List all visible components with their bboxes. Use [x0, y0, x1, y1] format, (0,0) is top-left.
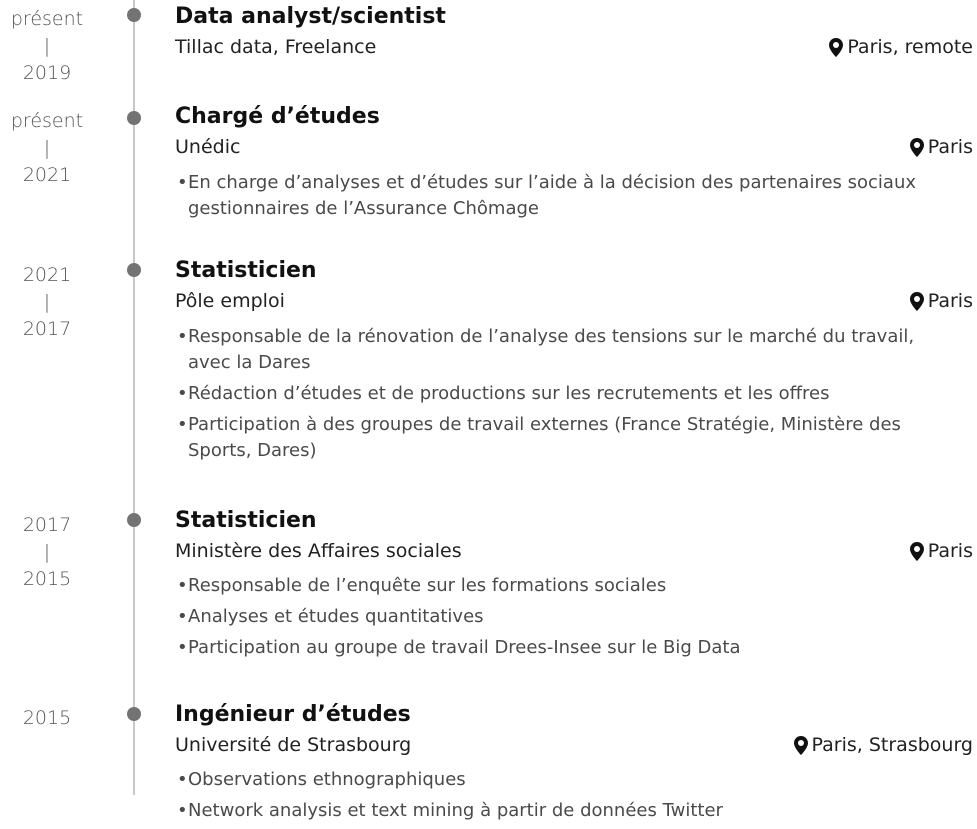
bullet-mark: •	[177, 800, 188, 821]
map-marker-icon	[793, 735, 808, 755]
job-title: Statisticien	[175, 258, 317, 283]
responsibilities-list: • En charge d’analyses et d’études sur l’…	[175, 170, 945, 227]
organization: Pôle emploi	[175, 290, 285, 312]
date-separator: |	[43, 291, 51, 313]
job-title: Statisticien	[175, 508, 317, 533]
organization: Ministère des Affaires sociales	[175, 540, 462, 562]
entry-dates: 2021 | 2017	[0, 262, 94, 343]
entry-dates: 2017 | 2015	[0, 512, 94, 593]
job-title: Ingénieur d’études	[175, 702, 411, 727]
responsibilities-list: • Observations ethnographiques • Network a…	[175, 767, 945, 829]
date-end: présent	[10, 110, 84, 132]
list-item: • Analyses et études quantitatives	[175, 604, 945, 630]
organization: Tillac data, Freelance	[175, 36, 377, 58]
map-marker-icon	[829, 37, 844, 57]
location-text: Paris	[927, 540, 973, 562]
location-text: Paris, remote	[847, 36, 973, 58]
bullet-mark: •	[177, 606, 188, 627]
map-marker-icon	[909, 291, 924, 311]
list-item-text: En charge d’analyses et d’études sur l’a…	[188, 172, 916, 219]
bullet-mark: •	[177, 326, 188, 347]
date-end: 2021	[22, 264, 72, 286]
entry-dates: 2015	[0, 705, 94, 732]
list-item-text: Participation au groupe de travail Drees…	[188, 637, 741, 658]
location: Paris, remote	[829, 34, 973, 60]
list-item-text: Rédaction d’études et de productions sur…	[188, 383, 830, 404]
list-item: • Responsable de l’enquête sur les format…	[175, 573, 945, 599]
date-single: 2015	[22, 707, 72, 729]
organization: Université de Strasbourg	[175, 734, 412, 756]
entry-dates: présent | 2021	[0, 108, 94, 189]
list-item: • Observations ethnographiques	[175, 767, 945, 793]
location-text: Paris	[927, 136, 973, 158]
job-title: Chargé d’études	[175, 104, 380, 129]
bullet-mark: •	[177, 383, 188, 404]
date-separator: |	[43, 541, 51, 563]
list-item-text: Responsable de la rénovation de l’analys…	[188, 326, 915, 373]
date-separator: |	[43, 35, 51, 57]
list-item: • En charge d’analyses et d’études sur l’…	[175, 170, 945, 222]
job-title: Data analyst/scientist	[175, 4, 446, 29]
date-start: 2019	[22, 62, 72, 84]
map-marker-icon	[909, 541, 924, 561]
location: Paris	[909, 134, 973, 160]
entry-dates: présent | 2019	[0, 6, 94, 87]
timeline-dot	[127, 8, 141, 22]
location: Paris	[909, 288, 973, 314]
bullet-mark: •	[177, 575, 188, 596]
list-item: • Network analysis et text mining à parti…	[175, 798, 945, 824]
responsibilities-list: • Responsable de l’enquête sur les format…	[175, 573, 945, 666]
bullet-mark: •	[177, 172, 188, 193]
location-text: Paris, Strasbourg	[811, 734, 973, 756]
timeline-dot	[127, 513, 141, 527]
date-end: 2017	[22, 514, 72, 536]
timeline-dot	[127, 263, 141, 277]
location-text: Paris	[927, 290, 973, 312]
list-item: • Responsable de la rénovation de l’analy…	[175, 324, 945, 376]
location: Paris, Strasbourg	[793, 732, 973, 758]
map-marker-icon	[909, 137, 924, 157]
date-separator: |	[43, 137, 51, 159]
bullet-mark: •	[177, 637, 188, 658]
timeline-dot	[127, 707, 141, 721]
date-start: 2017	[22, 318, 72, 340]
responsibilities-list: • Responsable de la rénovation de l’analy…	[175, 324, 945, 469]
timeline-dot	[127, 111, 141, 125]
date-end: présent	[10, 8, 84, 30]
location: Paris	[909, 538, 973, 564]
list-item-text: Observations ethnographiques	[188, 769, 466, 790]
date-start: 2021	[22, 164, 72, 186]
list-item: • Participation au groupe de travail Dree…	[175, 635, 945, 661]
bullet-mark: •	[177, 414, 188, 435]
list-item-text: Participation à des groupes de travail e…	[188, 414, 901, 461]
list-item: • Participation à des groupes de travail …	[175, 412, 945, 464]
bullet-mark: •	[177, 769, 188, 790]
list-item-text: Responsable de l’enquête sur les formati…	[188, 575, 667, 596]
list-item-text: Analyses et études quantitatives	[188, 606, 484, 627]
list-item-text: Network analysis et text mining à partir…	[188, 800, 723, 821]
organization: Unédic	[175, 136, 241, 158]
list-item: • Rédaction d’études et de productions su…	[175, 381, 945, 407]
date-start: 2015	[22, 568, 72, 590]
